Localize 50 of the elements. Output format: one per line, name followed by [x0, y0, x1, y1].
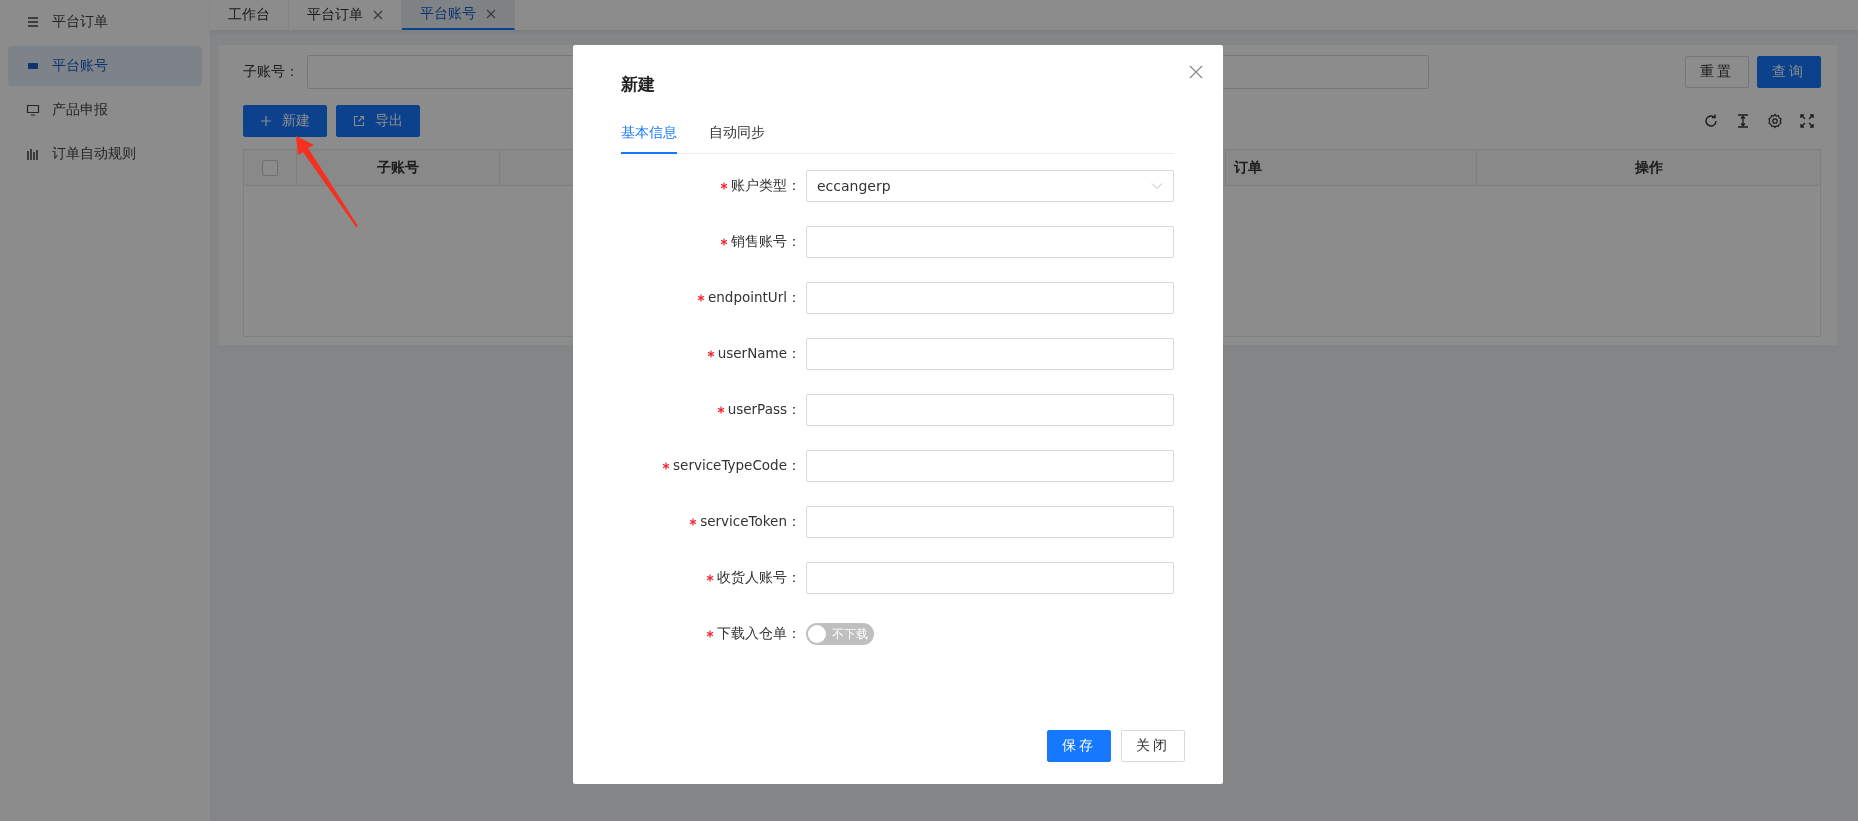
input-field[interactable]: [806, 394, 1174, 426]
save-button[interactable]: 保存: [1047, 730, 1111, 762]
column-header: 订单: [1234, 158, 1262, 177]
input-field[interactable]: [806, 338, 1174, 370]
new-button[interactable]: 新建: [243, 105, 327, 137]
select-all-checkbox[interactable]: [262, 159, 278, 176]
field-label: serviceTypeCode：: [673, 457, 801, 475]
field-label: 账户类型：: [731, 177, 801, 195]
field-label: userName：: [717, 345, 801, 363]
sidebar-item[interactable]: 产品申报: [8, 90, 202, 130]
column-header: 操作: [1634, 158, 1663, 177]
input-field[interactable]: [806, 226, 1174, 258]
export-icon: [353, 115, 365, 127]
field-label: serviceToken：: [700, 513, 801, 531]
plus-icon: [260, 115, 272, 127]
dialog-tab[interactable]: 基本信息: [621, 124, 677, 154]
caret-icon: [1151, 182, 1163, 190]
dialog-tab[interactable]: 自动同步: [709, 124, 765, 153]
column-header: 子账号: [377, 158, 419, 177]
refresh-icon[interactable]: [1703, 113, 1719, 129]
close-button[interactable]: 关闭: [1121, 730, 1185, 762]
row-height-icon[interactable]: [1735, 113, 1751, 129]
close-icon[interactable]: [373, 10, 383, 20]
monitor-icon: [26, 103, 40, 117]
sidebar-item[interactable]: 订单自动规则: [8, 134, 202, 174]
account-type-select[interactable]: eccangerp: [806, 170, 1174, 202]
field-label: 收货人账号：: [717, 569, 801, 587]
fullscreen-icon[interactable]: [1799, 113, 1815, 129]
sidebar-item[interactable]: 平台账号: [8, 46, 202, 86]
export-button[interactable]: 导出: [336, 105, 420, 137]
input-field[interactable]: [806, 562, 1174, 594]
field-label: 子账号：: [243, 63, 299, 81]
field-label: 下载入仓单：: [717, 625, 801, 643]
menu-icon: [26, 15, 40, 29]
page-tab[interactable]: 工作台: [210, 0, 289, 30]
bar-chart-icon: [26, 147, 40, 161]
close-icon[interactable]: [1189, 65, 1203, 79]
input-field[interactable]: [806, 282, 1174, 314]
query-button[interactable]: 查询: [1757, 56, 1821, 88]
close-icon[interactable]: [486, 9, 496, 19]
field-label: 销售账号：: [731, 233, 801, 251]
input-field[interactable]: [806, 506, 1174, 538]
settings-icon[interactable]: [1767, 113, 1783, 129]
dialog-title: 新建: [621, 73, 656, 96]
input-field[interactable]: [806, 450, 1174, 482]
page-tab[interactable]: 平台账号: [402, 0, 515, 30]
field-label: userPass：: [727, 401, 801, 419]
field-label: endpointUrl：: [707, 289, 801, 307]
sidebar-item[interactable]: 平台订单: [8, 2, 202, 42]
reset-button[interactable]: 重置: [1685, 56, 1749, 88]
